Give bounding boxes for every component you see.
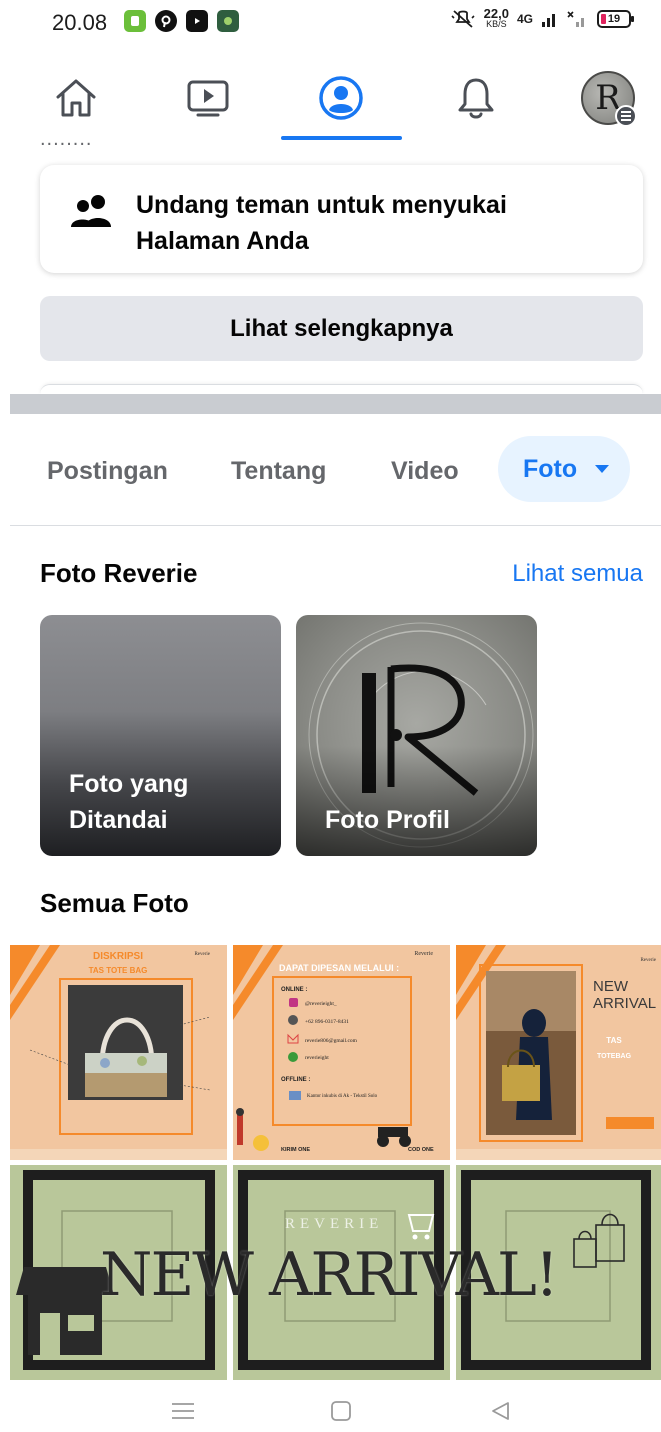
invite-text: Undang teman untuk menyukai Halaman Anda [136,191,507,255]
all-photos-title: Semua Foto [40,888,189,918]
see-all-link[interactable]: Lihat semua [512,560,643,588]
nav-notifications[interactable] [416,56,536,140]
photo-thumbnail[interactable]: Reverie NEW ARRIVAL TAS TOTEBAG [456,945,661,1160]
p2-ig: @reverieight_ [305,1001,337,1007]
back-button[interactable] [480,1396,520,1426]
nav-menu-avatar[interactable]: R [548,56,661,140]
p3-new: NEW [593,978,629,995]
album-label: Foto yang Ditandai [69,770,189,834]
speed-unit: KB/S [486,19,507,29]
nav-home[interactable] [16,56,136,140]
avatar: R [581,71,637,127]
status-time: 20.08 [52,10,108,35]
profile-tabs: Postingan Tentang Video Foto [0,436,661,508]
tab-foto-label: Foto [523,454,578,483]
photo-thumbnail[interactable]: Reverie DAPAT DIPESAN MELALUI : ONLINE :… [233,945,450,1160]
p1-brand: Reverie [194,952,210,957]
square-icon [331,1401,351,1421]
menu-lines-icon [172,1403,194,1419]
photos-section-title: Foto Reverie [40,558,198,588]
invite-friends-card[interactable]: Undang teman untuk menyukai Halaman Anda [40,165,643,273]
p2-kirim: KIRIM ONE [281,1147,310,1153]
video-icon [187,80,229,117]
section-separator [10,394,661,414]
p2-addr: Kantor inkubis di Ak - Tekstil Solo [307,1094,378,1099]
notification-icons [124,10,239,32]
tab-video[interactable]: Video [391,436,459,506]
p2-title: DAPAT DIPESAN MELALUI : [279,963,399,973]
no-signal-icon [567,11,584,27]
signal-icon [542,14,555,27]
tab-tentang[interactable]: Tentang [231,436,326,506]
album-label: Foto Profil [325,806,450,834]
friends-icon [71,195,111,227]
game-app-icon [217,10,239,32]
top-nav: R [0,56,661,140]
p1-title: DISKRIPSI [93,951,143,962]
pinterest-icon [155,10,177,32]
p1-sub: TAS TOTE BAG [89,966,148,975]
album-tagged-photos[interactable]: Foto yang Ditandai [40,615,281,856]
network-type: 4G [516,12,533,26]
p3-arrival: ARRIVAL [593,995,656,1012]
nav-profile[interactable] [281,56,401,140]
tabs-divider [10,525,661,526]
p2-online: ONLINE : [281,987,307,993]
system-nav-bar [0,1386,661,1432]
photo-description-totebag: DISKRIPSI TAS TOTE BAG Reverie [10,945,227,1160]
p2-mail: reverie806@gmail.com [305,1038,358,1044]
back-triangle-icon [492,1402,509,1420]
next-card-edge [40,384,643,394]
photo-new-arrival-totebag: Reverie NEW ARRIVAL TAS TOTEBAG [456,945,661,1160]
status-bar: 20.08 22,0 KB/S 4G 19 [0,0,661,44]
p3-tas: TAS [606,1036,622,1045]
new-arrival-overlay: NEW ARRIVAL! [100,1240,559,1310]
active-tab-indicator [281,136,402,140]
photo-thumbnail[interactable]: DISKRIPSI TAS TOTE BAG Reverie [10,945,227,1160]
caret-down-icon [595,465,610,473]
profile-icon [319,76,363,120]
battery-icon: 19 [597,10,634,28]
home-icon [56,79,96,117]
brand-watermark: REVERIE [285,1216,384,1232]
p2-cod: COD ONE [408,1147,434,1153]
p2-brand: Reverie [414,951,433,957]
menu-icon [615,105,637,127]
p3-totebag: TOTEBAG [597,1053,632,1060]
recent-apps-button[interactable] [163,1396,203,1426]
tab-postingan[interactable]: Postingan [47,436,168,506]
bell-icon [458,78,494,119]
p2-offline: OFFLINE : [281,1077,310,1083]
see-more-button[interactable]: Lihat selengkapnya [40,296,643,361]
p2-other: reverieight [305,1055,329,1061]
p2-phone: +62 896-0317-8431 [305,1019,349,1025]
nav-video[interactable] [148,56,268,140]
youtube-icon [186,10,208,32]
battery-level: 19 [607,13,621,25]
home-button[interactable] [321,1396,361,1426]
p3-brand: Reverie [640,958,656,963]
mute-icon [451,10,475,28]
photo-order-info: Reverie DAPAT DIPESAN MELALUI : ONLINE :… [233,945,434,1153]
status-indicators: 22,0 KB/S 4G 19 [450,7,634,30]
network-speed: 22,0 KB/S [484,7,509,30]
tab-foto[interactable]: Foto [498,436,630,502]
album-profile-photos[interactable]: Foto Profil [296,615,537,856]
phone-app-icon [124,10,146,32]
